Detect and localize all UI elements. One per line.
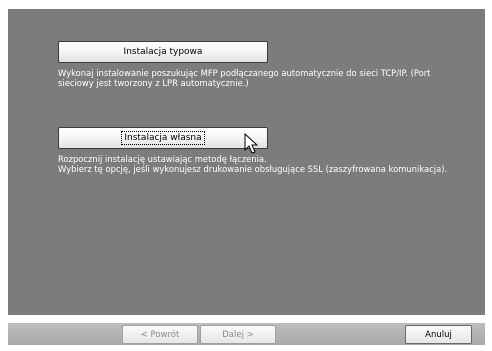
cancel-button[interactable]: Anuluj bbox=[405, 325, 472, 344]
custom-install-button[interactable]: Instalacja własna bbox=[58, 127, 268, 149]
typical-install-description: Wykonaj instalowanie poszukując MFP podł… bbox=[58, 68, 430, 88]
custom-install-description: Rozpocznij instalację ustawiając metodę … bbox=[58, 154, 447, 174]
custom-desc-line-2: Wybierz tę opcję, jeśli wykonujesz druko… bbox=[58, 164, 448, 174]
back-button-label: < Powrót bbox=[140, 329, 180, 340]
mouse-pointer-icon bbox=[244, 133, 259, 154]
installer-window: Instalacja typowa Wykonaj instalowanie p… bbox=[0, 0, 492, 351]
content-panel: Instalacja typowa Wykonaj instalowanie p… bbox=[8, 9, 485, 315]
typical-desc-line-2: sieciowy jest tworzony z LPR automatyczn… bbox=[58, 78, 249, 88]
typical-desc-line-1: Wykonaj instalowanie poszukując MFP podł… bbox=[58, 68, 431, 78]
typical-install-label: Instalacja typowa bbox=[123, 47, 203, 57]
back-button[interactable]: < Powrót bbox=[122, 325, 198, 344]
typical-install-button[interactable]: Instalacja typowa bbox=[58, 41, 268, 63]
cancel-button-label: Anuluj bbox=[425, 329, 452, 340]
custom-install-label: Instalacja własna bbox=[121, 131, 205, 145]
next-button-label: Dalej > bbox=[222, 329, 254, 340]
next-button[interactable]: Dalej > bbox=[200, 325, 276, 344]
custom-desc-line-1: Rozpocznij instalację ustawiając metodę … bbox=[58, 154, 267, 164]
